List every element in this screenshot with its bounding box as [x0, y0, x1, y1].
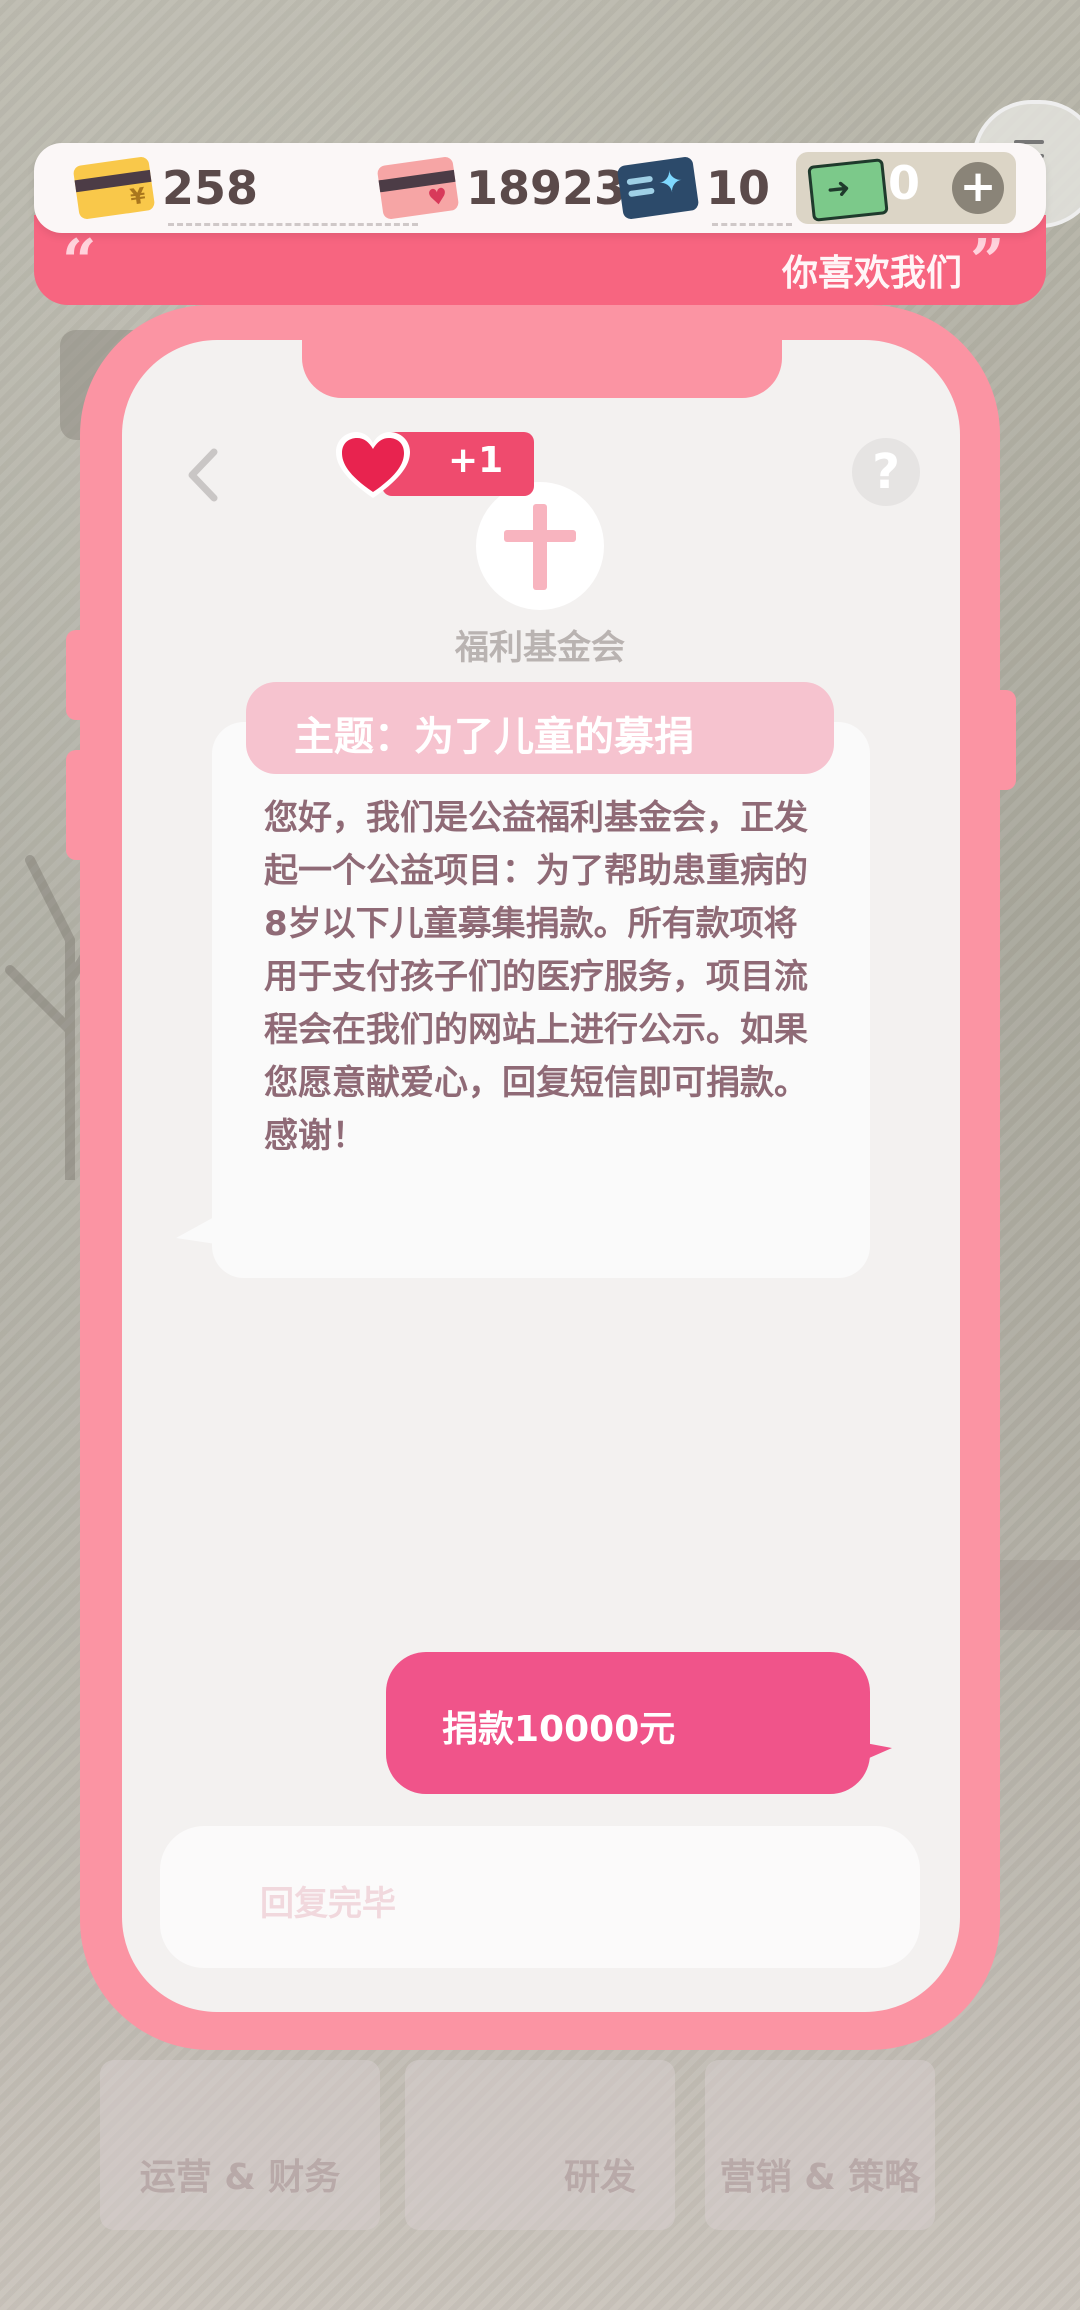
phone-side-button [66, 630, 92, 720]
love-card-icon [376, 155, 460, 221]
message-subject-text: 主题：为了儿童的募捐 [294, 714, 694, 760]
currency-cash: 0 + [796, 152, 1016, 224]
heart-reward-value: +1 [448, 440, 504, 481]
sender-avatar [476, 482, 604, 610]
message-bubble-tail [176, 1216, 216, 1244]
reply-bubble-tail [860, 1742, 892, 1762]
currency-love: 18923 [376, 155, 627, 221]
sender-name: 福利基金会 [455, 628, 625, 668]
message-subject: 主题：为了儿童的募捐 [246, 682, 834, 774]
currency-cash-value: 0 [888, 156, 921, 210]
currency-love-value: 18923 [466, 161, 627, 215]
quote-close-icon: ” [970, 227, 1005, 297]
reply-option-label: 捐款10000元 [442, 1709, 676, 1750]
currency-coins: 258 [72, 155, 418, 226]
cash-icon [807, 158, 889, 222]
bg-tab-research: 研发 [405, 2060, 675, 2230]
bg-tab-operations: 运营 & 财务 [100, 2060, 380, 2230]
currency-coins-value: 258 [162, 161, 259, 215]
phone-side-button [66, 750, 92, 860]
quote-banner-text: 你喜欢我们 [781, 253, 962, 294]
back-arrow-icon[interactable] [178, 440, 228, 510]
quote-open-icon: “ [62, 227, 97, 297]
cross-icon [533, 504, 547, 590]
reply-option-donate[interactable]: 捐款10000元 [386, 1652, 870, 1794]
research-card-icon [616, 155, 700, 221]
currency-research-value: 10 [706, 161, 771, 215]
heart-icon [336, 432, 410, 498]
currency-research: 10 [616, 155, 792, 226]
bg-tab-marketing: 营销 & 策略 [705, 2060, 935, 2230]
credit-card-icon [72, 155, 156, 221]
help-button[interactable]: ? [852, 438, 920, 506]
reply-done-label: 回复完毕 [260, 1884, 396, 1924]
add-cash-button[interactable]: + [952, 162, 1004, 214]
reply-done-button[interactable]: 回复完毕 [160, 1826, 920, 1968]
background-object [990, 1560, 1080, 1630]
phone-notch [302, 320, 782, 398]
phone-side-button [990, 690, 1016, 790]
message-body: 您好，我们是公益福利基金会，正发起一个公益项目：为了帮助患重病的8岁以下儿童募集… [264, 798, 808, 1156]
